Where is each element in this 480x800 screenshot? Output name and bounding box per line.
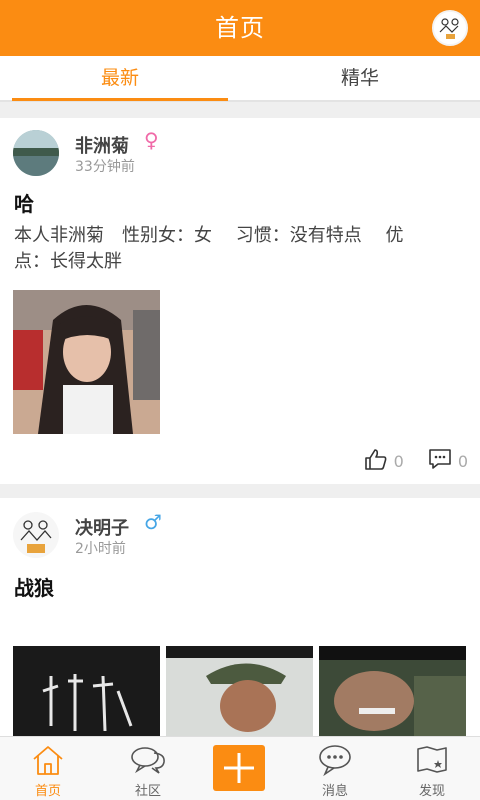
female-icon: ♀ bbox=[144, 128, 159, 152]
page-title: 首页 bbox=[215, 14, 265, 42]
post-photo[interactable] bbox=[13, 290, 160, 434]
post-photo[interactable] bbox=[13, 646, 160, 736]
chat-bubbles-icon bbox=[128, 743, 168, 777]
post-title: 哈 bbox=[14, 192, 34, 216]
comment-count: 0 bbox=[457, 451, 468, 471]
user-avatar-icon[interactable] bbox=[432, 10, 468, 46]
nav-label: 首页 bbox=[34, 784, 61, 799]
map-icon bbox=[412, 743, 452, 777]
avatar[interactable] bbox=[13, 512, 59, 558]
home-icon bbox=[28, 743, 68, 777]
nav-label: 社区 bbox=[134, 784, 161, 799]
comment-icon[interactable] bbox=[428, 448, 452, 474]
nav-home[interactable]: 首页 bbox=[0, 737, 96, 800]
username[interactable]: 非洲菊 bbox=[75, 132, 129, 158]
nav-label: 发现 bbox=[418, 784, 445, 799]
post-actions: 0 0 bbox=[364, 448, 468, 474]
post-time: 33分钟前 bbox=[75, 159, 135, 175]
post-card[interactable]: 非洲菊 ♀ 33分钟前 哈 本人非洲菊 性别女：女 习惯：没有特点 优点：长得太… bbox=[0, 118, 480, 484]
post-card[interactable]: 决明子 ♂ 2小时前 战狼 bbox=[0, 498, 480, 736]
tab-bar: 最新 精华 bbox=[0, 56, 480, 102]
add-post-button[interactable] bbox=[213, 745, 265, 791]
username[interactable]: 决明子 bbox=[75, 514, 129, 540]
app-header: 首页 bbox=[0, 0, 480, 56]
nav-messages[interactable]: 消息 bbox=[287, 737, 383, 800]
post-body: 本人非洲菊 性别女：女 习惯：没有特点 优点：长得太胖 bbox=[14, 225, 404, 272]
tab-indicator bbox=[12, 98, 228, 101]
nav-label: 消息 bbox=[321, 784, 348, 799]
nav-community[interactable]: 社区 bbox=[100, 737, 196, 800]
like-icon[interactable] bbox=[364, 448, 388, 474]
tab-latest[interactable]: 最新 bbox=[0, 56, 240, 100]
post-photo[interactable] bbox=[319, 646, 466, 736]
post-title: 战狼 bbox=[14, 576, 54, 600]
post-time: 2小时前 bbox=[75, 541, 126, 557]
message-icon bbox=[315, 743, 355, 777]
post-photo[interactable] bbox=[166, 646, 313, 736]
nav-discover[interactable]: 发现 bbox=[384, 737, 480, 800]
tab-featured[interactable]: 精华 bbox=[240, 56, 480, 100]
avatar[interactable] bbox=[13, 130, 59, 176]
plus-icon bbox=[224, 753, 254, 783]
like-count: 0 bbox=[393, 451, 404, 471]
male-icon: ♂ bbox=[144, 510, 162, 534]
